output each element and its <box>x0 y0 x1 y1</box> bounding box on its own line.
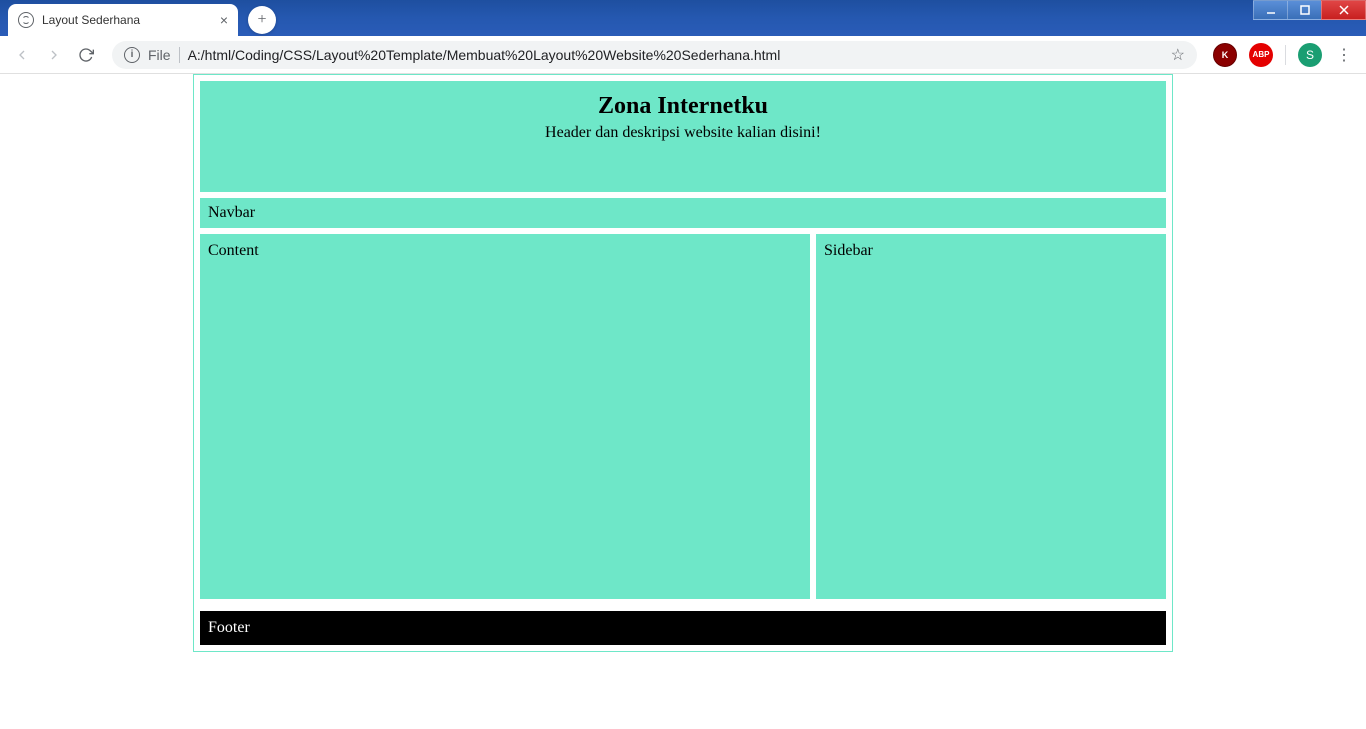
site-info-icon[interactable]: i <box>124 47 140 63</box>
layout-container: Zona Internetku Header dan deskripsi web… <box>193 74 1173 652</box>
menu-dots-icon[interactable]: ⋮ <box>1330 41 1358 69</box>
close-tab-icon[interactable]: × <box>220 12 228 28</box>
browser-tab[interactable]: Layout Sederhana × <box>8 4 238 36</box>
header-section: Zona Internetku Header dan deskripsi web… <box>200 81 1166 192</box>
extension-k-icon[interactable]: K <box>1213 43 1237 67</box>
navbar-label: Navbar <box>208 204 255 221</box>
footer-section: Footer <box>200 611 1166 645</box>
browser-chrome: Layout Sederhana × + i File A:/html/Codi… <box>0 0 1366 74</box>
content-label: Content <box>208 242 259 259</box>
minimize-button[interactable] <box>1253 0 1288 20</box>
sidebar-section: Sidebar <box>816 234 1166 599</box>
extension-abp-icon[interactable]: ABP <box>1249 43 1273 67</box>
profile-avatar[interactable]: S <box>1298 43 1322 67</box>
extension-divider <box>1285 45 1286 65</box>
back-button[interactable] <box>8 41 36 69</box>
site-title: Zona Internetku <box>208 93 1158 120</box>
toolbar: i File A:/html/Coding/CSS/Layout%20Templ… <box>0 36 1366 74</box>
url-divider <box>179 47 180 63</box>
new-tab-button[interactable]: + <box>248 6 276 34</box>
forward-button[interactable] <box>40 41 68 69</box>
reload-button[interactable] <box>72 41 100 69</box>
tab-title: Layout Sederhana <box>42 13 140 27</box>
bookmark-star-icon[interactable]: ☆ <box>1171 45 1185 65</box>
page-viewport: Zona Internetku Header dan deskripsi web… <box>0 74 1366 721</box>
sidebar-label: Sidebar <box>824 242 873 259</box>
window-controls <box>1254 0 1366 20</box>
navbar-section: Navbar <box>200 198 1166 228</box>
close-window-button[interactable] <box>1321 0 1366 20</box>
url-scheme-label: File <box>148 47 171 63</box>
globe-icon <box>18 12 34 28</box>
footer-label: Footer <box>208 619 250 636</box>
site-description: Header dan deskripsi website kalian disi… <box>208 124 1158 142</box>
url-text: A:/html/Coding/CSS/Layout%20Template/Mem… <box>188 47 1163 63</box>
main-columns: Content Sidebar <box>200 234 1166 605</box>
content-section: Content <box>200 234 810 599</box>
maximize-button[interactable] <box>1287 0 1322 20</box>
address-bar[interactable]: i File A:/html/Coding/CSS/Layout%20Templ… <box>112 41 1197 69</box>
tab-bar: Layout Sederhana × + <box>0 0 1366 36</box>
